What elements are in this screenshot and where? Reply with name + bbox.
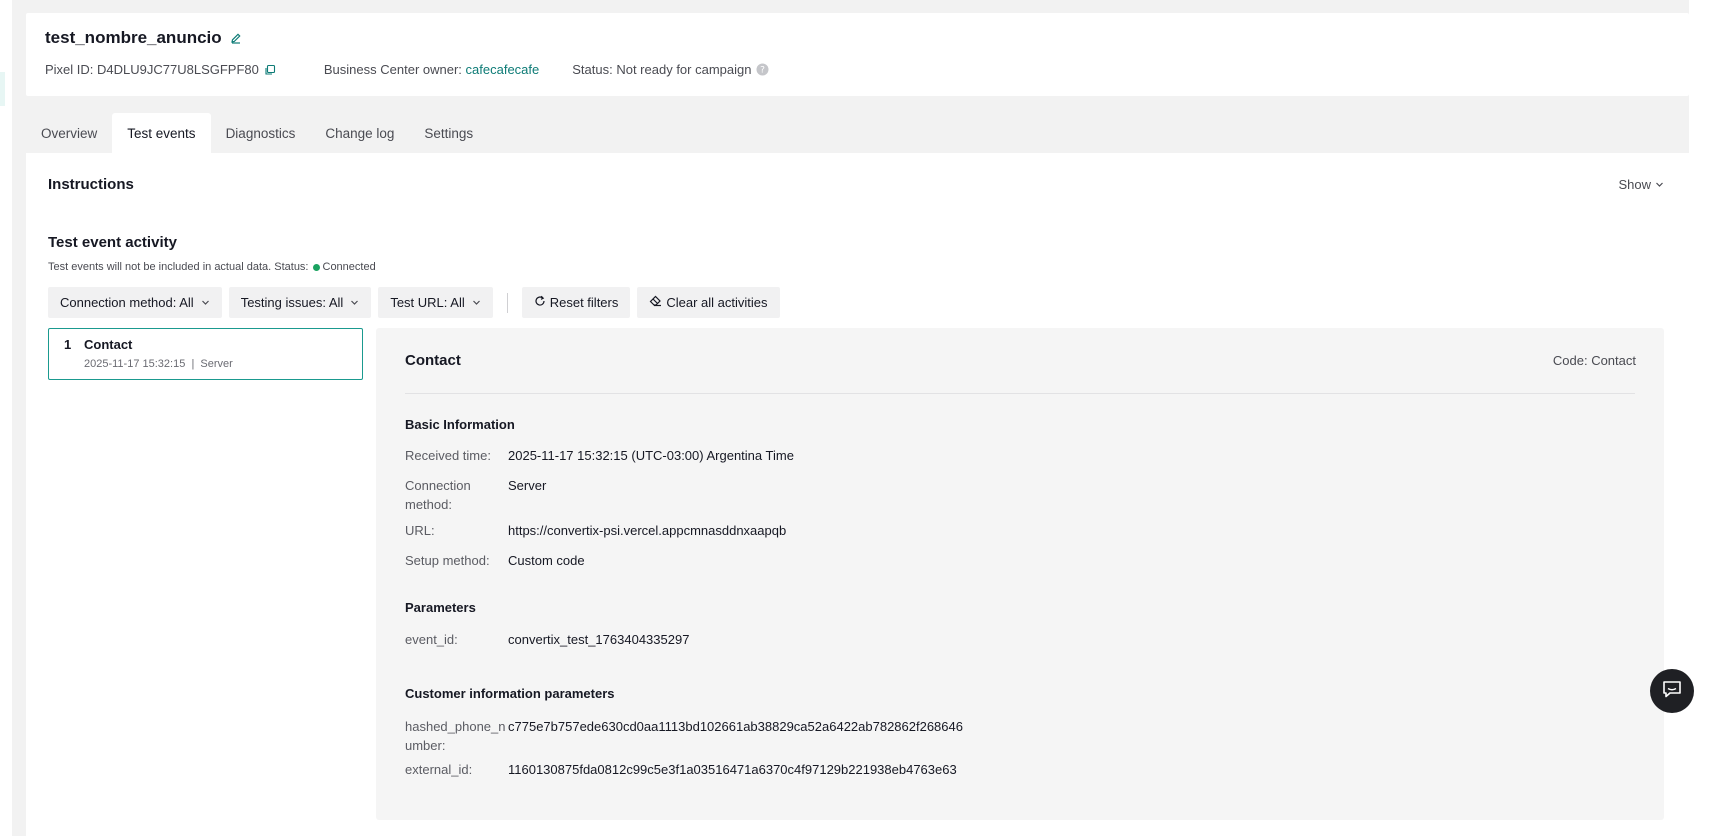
reset-filters-button[interactable]: Reset filters (521, 287, 631, 318)
event-id-value: convertix_test_1763404335297 (508, 632, 690, 647)
tab-change-log[interactable]: Change log (310, 113, 409, 153)
pixel-tabs: Overview Test events Diagnostics Change … (26, 113, 488, 153)
left-edge-marker (0, 72, 5, 106)
url-row: URL: https://convertix-psi.vercel.appcmn… (405, 521, 786, 540)
connection-status: Connected (322, 261, 376, 273)
event-list-item[interactable]: 1 Contact 2025-11-17 15:32:15 | Server (48, 328, 363, 380)
external-id-value: 1160130875fda0812c99c5e3f1a03516471a6370… (508, 762, 957, 777)
event-detail-panel: Contact Code: Contact Basic Information … (376, 328, 1664, 820)
connection-method-label: Connection method: (405, 476, 508, 514)
basic-info-title: Basic Information (405, 417, 515, 432)
chevron-down-icon (1655, 177, 1664, 192)
event-name: Contact (84, 337, 133, 352)
page-title: test_nombre_anuncio (45, 28, 222, 47)
pixel-meta-row: Pixel ID: D4DLU9JC77U8LSGFPF80 Business … (45, 62, 769, 77)
connection-method-label-line-2: method: (405, 497, 452, 512)
instructions-show-toggle[interactable]: Show (1618, 177, 1664, 192)
event-index: 1 (64, 337, 72, 352)
clear-activities-label: Clear all activities (666, 295, 768, 310)
activity-subtitle: Test events will not be included in actu… (48, 261, 376, 273)
parameters-title: Parameters (405, 600, 476, 615)
hashed-phone-label-line-2: umber: (405, 738, 446, 753)
received-time-row: Received time: 2025-11-17 15:32:15 (UTC-… (405, 446, 794, 465)
hashed-phone-row: hashed_phone_n umber: c775e7b757ede630cd0… (405, 717, 963, 755)
external-id-label: external_id: (405, 762, 473, 777)
connection-method-row: Connection method: Server (405, 476, 546, 514)
test-url-filter-label: Test URL: All (390, 295, 465, 310)
eraser-icon (649, 295, 662, 310)
connected-status-dot (312, 263, 320, 271)
setup-method-row: Setup method: Custom code (405, 551, 585, 570)
activity-title: Test event activity (48, 234, 177, 251)
help-icon[interactable]: ? (756, 63, 769, 76)
hashed-phone-label-line-1: hashed_phone_n (405, 719, 506, 734)
chevron-down-icon (201, 295, 210, 310)
tab-diagnostics[interactable]: Diagnostics (211, 113, 311, 153)
tab-overview[interactable]: Overview (26, 113, 112, 153)
chevron-down-icon (472, 295, 481, 310)
owner-label: Business Center owner: (323, 62, 462, 77)
page-title-row: test_nombre_anuncio (45, 28, 242, 48)
filter-divider (506, 292, 508, 313)
setup-method-label: Setup method: (405, 553, 490, 568)
pixel-id-value: D4DLU9JC77U8LSGFPF80 (97, 62, 259, 77)
test-events-panel: Instructions Show Test event activity Te… (26, 153, 1689, 836)
chevron-down-icon (350, 295, 359, 310)
url-value: https://convertix-psi.vercel.appcmnasddn… (508, 523, 787, 538)
refresh-icon (534, 295, 546, 310)
url-label: URL: (405, 523, 435, 538)
hashed-phone-label: hashed_phone_n umber: (405, 717, 508, 755)
event-id-label: event_id: (405, 632, 458, 647)
pixel-id-label: Pixel ID: (45, 62, 94, 77)
connection-method-value: Server (508, 478, 547, 493)
connection-method-label-line-1: Connection (405, 478, 471, 493)
filter-bar: Connection method: All Testing issues: A… (48, 287, 780, 318)
customer-info-title: Customer information parameters (405, 686, 615, 701)
received-time-label: Received time: (405, 448, 491, 463)
test-url-filter[interactable]: Test URL: All (378, 287, 493, 318)
testing-issues-filter[interactable]: Testing issues: All (228, 287, 372, 318)
owner-link[interactable]: cafecafecafe (466, 62, 540, 77)
activity-subtitle-text: Test events will not be included in actu… (48, 261, 309, 273)
status-value: Not ready for campaign (616, 62, 752, 77)
setup-method-value: Custom code (508, 553, 585, 568)
show-toggle-label: Show (1618, 177, 1651, 192)
received-time-value: 2025-11-17 15:32:15 (UTC-03:00) Argentin… (508, 448, 794, 463)
event-meta: 2025-11-17 15:32:15 | Server (84, 358, 233, 370)
connection-method-filter[interactable]: Connection method: All (48, 287, 222, 318)
copy-icon[interactable] (264, 64, 276, 76)
external-id-row: external_id: 1160130875fda0812c99c5e3f1a… (405, 760, 957, 779)
detail-code: Code: Contact (1552, 353, 1636, 368)
event-id-row: event_id: convertix_test_1763404335297 (405, 630, 689, 649)
reset-filters-label: Reset filters (549, 295, 619, 310)
detail-divider (405, 393, 1635, 394)
tab-settings[interactable]: Settings (409, 113, 488, 153)
pixel-header-card: test_nombre_anuncio Pixel ID: D4DLU9JC77… (26, 13, 1689, 96)
edit-icon[interactable] (230, 32, 242, 44)
instructions-title: Instructions (48, 176, 134, 193)
hashed-phone-value: c775e7b757ede630cd0aa1113bd102661ab38829… (508, 719, 963, 734)
left-edge-strip (0, 0, 12, 836)
chat-support-button[interactable] (1650, 669, 1694, 713)
status-label: Status: (572, 62, 613, 77)
testing-issues-filter-label: Testing issues: All (240, 295, 344, 310)
svg-text:?: ? (761, 66, 766, 76)
connection-method-filter-label: Connection method: All (60, 295, 194, 310)
right-edge-strip (1689, 0, 1712, 836)
clear-activities-button[interactable]: Clear all activities (637, 287, 780, 318)
chat-icon (1661, 679, 1683, 704)
tab-test-events[interactable]: Test events (112, 113, 211, 153)
detail-title: Contact (405, 352, 461, 369)
